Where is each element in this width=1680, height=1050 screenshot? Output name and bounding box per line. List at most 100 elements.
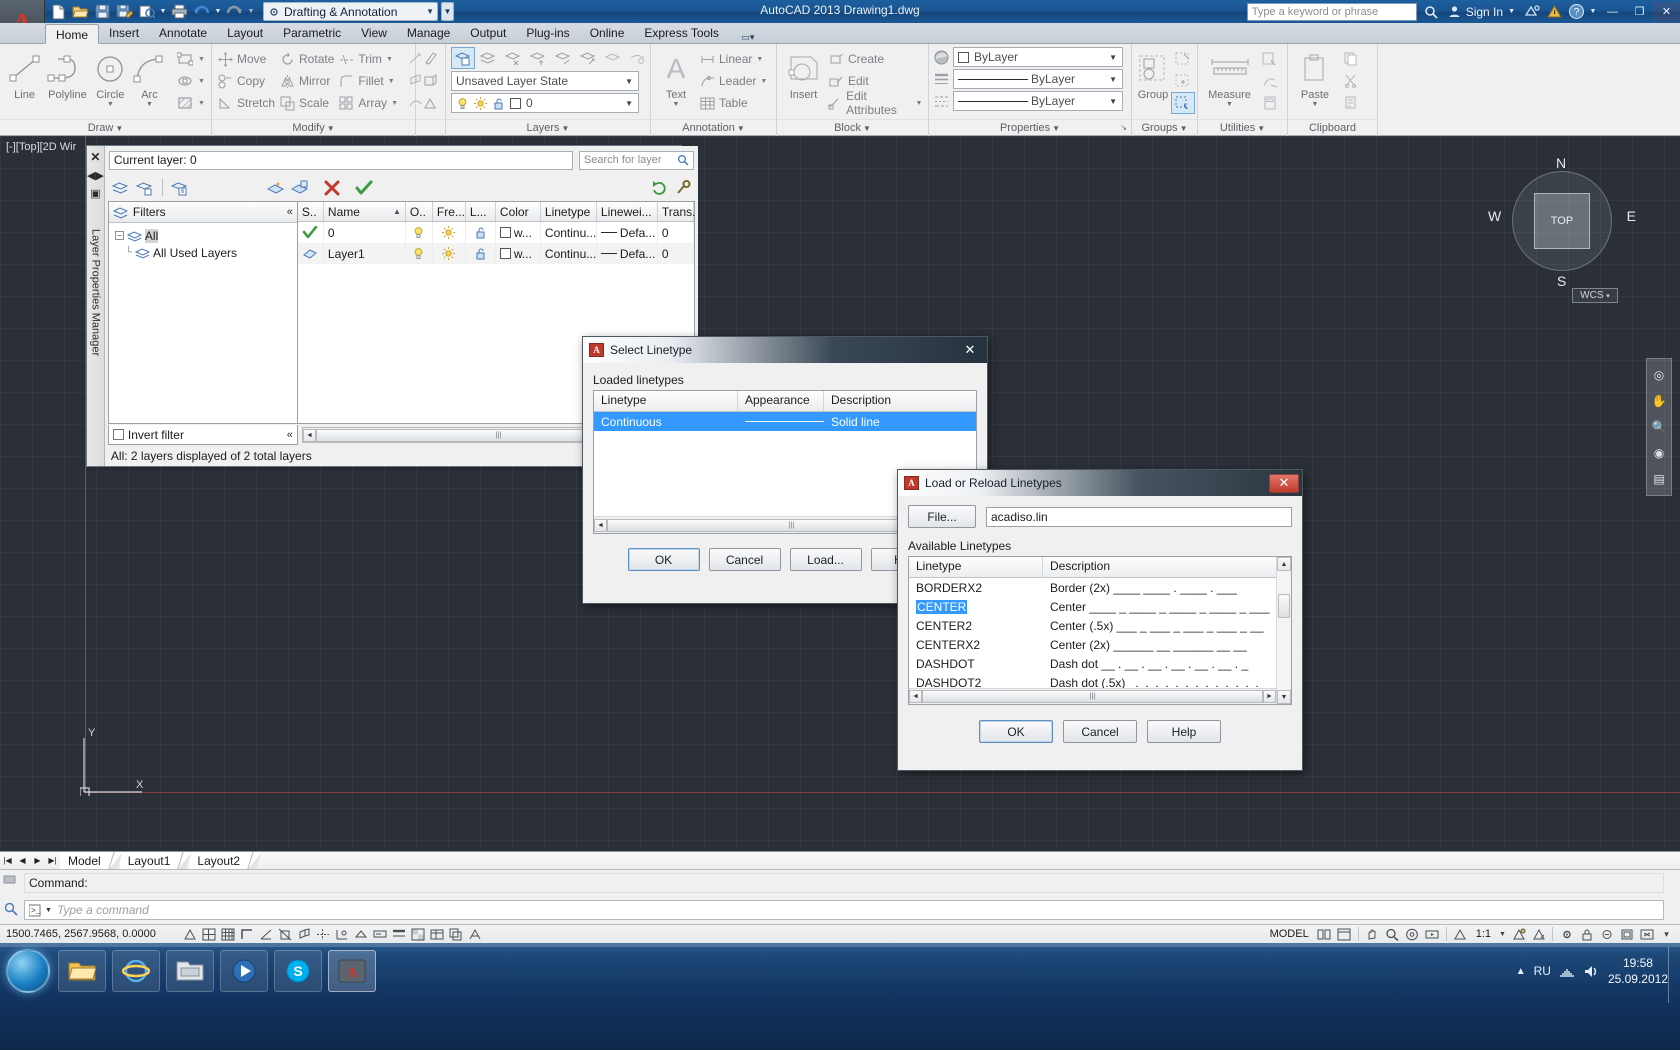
row1-color[interactable]: w... (496, 243, 541, 264)
rectangle-dropdown-icon[interactable]: ▼ (197, 56, 206, 63)
taskbar-item-file-manager[interactable] (166, 950, 214, 992)
table-row[interactable]: 0 w... Continu... Defa... 0 (298, 222, 694, 243)
collapse-filters-icon[interactable]: « (287, 206, 293, 218)
workspace-switching-icon[interactable] (1557, 926, 1576, 943)
modify-copy[interactable]: Copy (217, 70, 275, 92)
file-path-input[interactable]: acadiso.lin (986, 506, 1292, 527)
annotation-visibility-icon[interactable] (1509, 926, 1528, 943)
fillet-dropdown-icon[interactable]: ▼ (387, 78, 396, 85)
panel-layers-title[interactable]: Layers ▼ (446, 119, 650, 136)
last-layout-button[interactable]: ▶| (45, 852, 60, 869)
plot-preview-icon[interactable] (136, 2, 157, 22)
ellipse-icon[interactable] (173, 70, 197, 92)
col-linetype[interactable]: Linetype (594, 391, 738, 411)
ok-button[interactable]: OK (979, 720, 1053, 743)
panel-modify-title[interactable]: Modify ▼ (212, 119, 415, 136)
list-item[interactable]: BORDERX2 Border (2x) ____ ____ . ____ . … (909, 578, 1276, 597)
command-line-grip[interactable] (2, 873, 20, 891)
plot-preview-dropdown[interactable]: ▼ (158, 2, 168, 22)
draw-tool-line[interactable]: Line (5, 48, 44, 101)
panel-utilities-title[interactable]: Utilities ▼ (1198, 119, 1287, 136)
row1-lock[interactable] (466, 243, 496, 264)
lpm-properties-icon[interactable]: ▣ (90, 187, 100, 200)
col-on[interactable]: O.. (406, 202, 433, 221)
grid-display-icon[interactable] (218, 926, 237, 943)
quick-view-layouts-icon[interactable] (1315, 926, 1334, 943)
tab-manage[interactable]: Manage (397, 23, 460, 43)
row1-linetype[interactable]: Continu... (541, 243, 597, 264)
invert-filter-checkbox[interactable] (112, 429, 124, 440)
cancel-button[interactable]: Cancel (1063, 720, 1137, 743)
redo-dropdown[interactable]: ▼ (246, 2, 256, 22)
available-linetypes-hscrollbar[interactable]: ◄ ||| ► (909, 688, 1276, 704)
search-icon[interactable] (1420, 1, 1442, 23)
help-dropdown[interactable]: ▼ (1587, 1, 1599, 23)
pan-icon[interactable]: ✋ (1647, 388, 1671, 414)
modify-fillet[interactable]: Fillet ▼ (338, 70, 399, 92)
tab-view[interactable]: View (351, 23, 397, 43)
ungroup-icon[interactable] (1171, 48, 1195, 70)
circle-dropdown-icon[interactable]: ▼ (107, 101, 114, 108)
panel-groups-title[interactable]: Groups ▼ (1132, 119, 1197, 136)
chevron-down-icon[interactable]: ▼ (1106, 75, 1120, 84)
layer-isolate-icon[interactable] (526, 47, 550, 69)
row0-on[interactable] (406, 222, 433, 243)
copy-clip2-icon[interactable] (1339, 92, 1363, 114)
match-properties-icon[interactable] (419, 47, 443, 69)
view-cube-south[interactable]: S (1557, 273, 1566, 289)
wcs-selector[interactable]: WCS ▾ (1572, 288, 1618, 303)
modify-stretch[interactable]: Stretch (217, 92, 275, 114)
col-appearance[interactable]: Appearance (738, 391, 824, 411)
block-create[interactable]: Create (828, 48, 923, 70)
group-selection-icon[interactable] (1171, 92, 1195, 114)
layer-lock-icon[interactable] (576, 47, 600, 69)
delete-layer-icon[interactable] (322, 178, 342, 198)
col-transparency[interactable]: Trans. (658, 202, 695, 221)
save-as-icon[interactable] (114, 2, 135, 22)
load-reload-linetypes-dialog[interactable]: A Load or Reload Linetypes ✕ File... aca… (897, 469, 1303, 771)
chevron-down-icon[interactable]: ▼ (1106, 53, 1120, 62)
hscroll-thumb[interactable]: ||| (922, 690, 1263, 703)
layer-freeze-icon[interactable] (551, 47, 575, 69)
scroll-left-button[interactable]: ◄ (302, 428, 316, 442)
panel-properties-title[interactable]: Properties ▼ ↘ (929, 119, 1131, 136)
tab-output[interactable]: Output (460, 23, 516, 43)
scroll-left-button[interactable]: ◄ (909, 690, 922, 703)
ok-button[interactable]: OK (627, 548, 700, 571)
measure-dropdown-icon[interactable]: ▼ (1226, 101, 1233, 108)
scroll-right-button[interactable]: ► (1263, 690, 1276, 703)
panel-annotation-title[interactable]: Annotation ▼ (651, 119, 776, 136)
tab-insert[interactable]: Insert (99, 23, 149, 43)
toolbar-lock-icon[interactable] (1577, 926, 1596, 943)
prev-layout-button[interactable]: ◀ (15, 852, 30, 869)
tab-layout1[interactable]: Layout1 (119, 852, 181, 869)
annotation-monitor-icon[interactable] (465, 926, 484, 943)
collapse-panel-icon[interactable]: « (287, 429, 293, 441)
col-status[interactable]: S.. (298, 202, 324, 221)
viewport-label[interactable]: [-][Top][2D Wir (6, 141, 76, 153)
pan-icon[interactable] (1363, 926, 1382, 943)
arc-dropdown-icon[interactable]: ▼ (146, 101, 153, 108)
minimize-button[interactable]: — (1599, 2, 1626, 22)
modify-mirror[interactable]: Mirror (279, 70, 334, 92)
polar-tracking-icon[interactable] (256, 926, 275, 943)
vscroll-thumb[interactable] (1278, 594, 1290, 618)
cut-icon[interactable] (1339, 70, 1363, 92)
ribbon-panel-menu-icon[interactable]: ▭▾ (737, 32, 759, 43)
command-prompt-icon[interactable]: >_ ▼ (29, 904, 52, 917)
tab-parametric[interactable]: Parametric (273, 23, 351, 43)
hardware-acceleration-icon[interactable] (1617, 926, 1636, 943)
object-snap-tracking-icon[interactable] (313, 926, 332, 943)
col-description[interactable]: Description (824, 391, 976, 411)
list-item[interactable]: CENTER Center ____ _ ____ _ ____ _ ____ … (909, 597, 1276, 616)
modify-scale[interactable]: Scale (279, 92, 334, 114)
draw-tool-polyline[interactable]: Polyline (44, 48, 91, 101)
available-linetypes-rows[interactable]: BORDERX2 Border (2x) ____ ____ . ____ . … (909, 578, 1276, 688)
sign-in-button[interactable]: Sign In ▼ (1442, 5, 1521, 19)
volume-icon[interactable] (1583, 964, 1600, 979)
col-lock[interactable]: L... (466, 202, 496, 221)
table-row[interactable]: Layer1 w... Continu... Defa... 0 (297, 243, 694, 264)
panel-block-title[interactable]: Block ▼ (777, 119, 928, 136)
lpm-close-icon[interactable]: ✕ (90, 150, 100, 164)
scroll-left-button[interactable]: ◄ (594, 518, 607, 532)
